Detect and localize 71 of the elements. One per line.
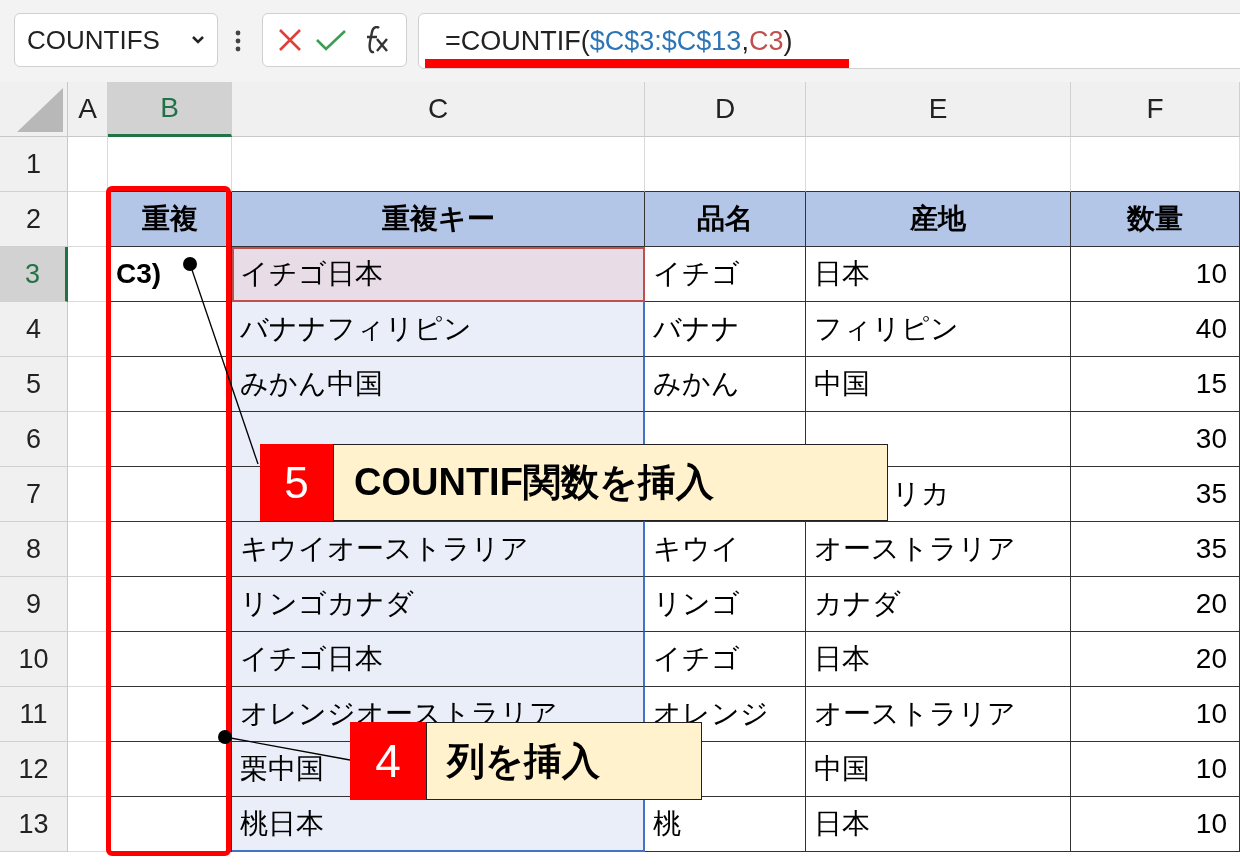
table-cell: イチゴ日本 [232, 247, 645, 302]
table-cell: 10 [1071, 247, 1240, 302]
leader-dot [183, 257, 197, 271]
table-cell: キウイオーストラリア [232, 522, 645, 577]
table-cell: 15 [1071, 357, 1240, 412]
formula-text: =COUNTIF($C$3:$C$13,C3) [445, 24, 793, 58]
row-header[interactable]: 6 [0, 412, 68, 467]
close-icon[interactable] [277, 27, 304, 53]
table-cell: バナナ [645, 302, 806, 357]
more-icon[interactable] [235, 30, 241, 52]
table-cell: 桃日本 [232, 797, 645, 852]
table-cell: 35 [1071, 522, 1240, 577]
row-header[interactable]: 8 [0, 522, 68, 577]
table-cell: 日本 [806, 632, 1071, 687]
column-heading: 数量 [1071, 192, 1240, 247]
column-header[interactable]: F [1071, 82, 1240, 137]
table-cell: 20 [1071, 577, 1240, 632]
step-number: 5 [260, 444, 333, 521]
row-header[interactable]: 10 [0, 632, 68, 687]
column-heading: 重複 [108, 192, 232, 247]
table-cell: フィリピン [806, 302, 1071, 357]
table-cell: 日本 [806, 797, 1071, 852]
table-cell: カナダ [806, 577, 1071, 632]
check-icon[interactable] [315, 28, 348, 52]
step-number: 4 [350, 722, 426, 800]
table-cell: 中国 [806, 357, 1071, 412]
table-cell: 日本 [806, 247, 1071, 302]
row-header[interactable]: 7 [0, 467, 68, 522]
callout-label: 列を挿入 [426, 722, 702, 800]
table-cell: みかん中国 [232, 357, 645, 412]
row-header[interactable]: 5 [0, 357, 68, 412]
column-header[interactable]: C [232, 82, 645, 137]
table-cell: イチゴ [645, 632, 806, 687]
table-cell: 35 [1071, 467, 1240, 522]
table-cell: バナナフィリピン [232, 302, 645, 357]
table-cell: 10 [1071, 742, 1240, 797]
row-header[interactable]: 1 [0, 137, 68, 192]
table-cell: リンゴカナダ [232, 577, 645, 632]
name-box-value: COUNTIFS [27, 23, 160, 57]
table-cell: 20 [1071, 632, 1240, 687]
table-cell: キウイ [645, 522, 806, 577]
table-cell: イチゴ [645, 247, 806, 302]
leader-dot [218, 730, 232, 744]
row-header[interactable]: 2 [0, 192, 68, 247]
column-heading: 産地 [806, 192, 1071, 247]
chevron-icon [191, 35, 205, 45]
column-heading: 重複キー [232, 192, 645, 247]
row-header[interactable]: 11 [0, 687, 68, 742]
table-cell: オーストラリア [806, 522, 1071, 577]
row-header[interactable]: 12 [0, 742, 68, 797]
table-cell: 30 [1071, 412, 1240, 467]
table-cell: 10 [1071, 687, 1240, 742]
column-heading: 品名 [645, 192, 806, 247]
table-cell: 40 [1071, 302, 1240, 357]
row-header[interactable]: 13 [0, 797, 68, 852]
row-header[interactable]: 4 [0, 302, 68, 357]
name-box[interactable]: COUNTIFS [14, 13, 218, 67]
column-header[interactable]: E [806, 82, 1071, 137]
table-cell: 中国 [806, 742, 1071, 797]
table-cell: イチゴ日本 [232, 632, 645, 687]
row-header[interactable]: 9 [0, 577, 68, 632]
callout-label: COUNTIF関数を挿入 [333, 444, 888, 521]
column-header[interactable]: A [68, 82, 108, 137]
row-header[interactable]: 3 [0, 247, 68, 302]
table-cell: オーストラリア [806, 687, 1071, 742]
table-cell: リンゴ [645, 577, 806, 632]
column-header[interactable]: D [645, 82, 806, 137]
table-cell: みかん [645, 357, 806, 412]
formula-field[interactable]: =COUNTIF($C$3:$C$13,C3) [418, 13, 1240, 69]
column-header[interactable]: B [108, 82, 232, 137]
table-cell: 10 [1071, 797, 1240, 852]
